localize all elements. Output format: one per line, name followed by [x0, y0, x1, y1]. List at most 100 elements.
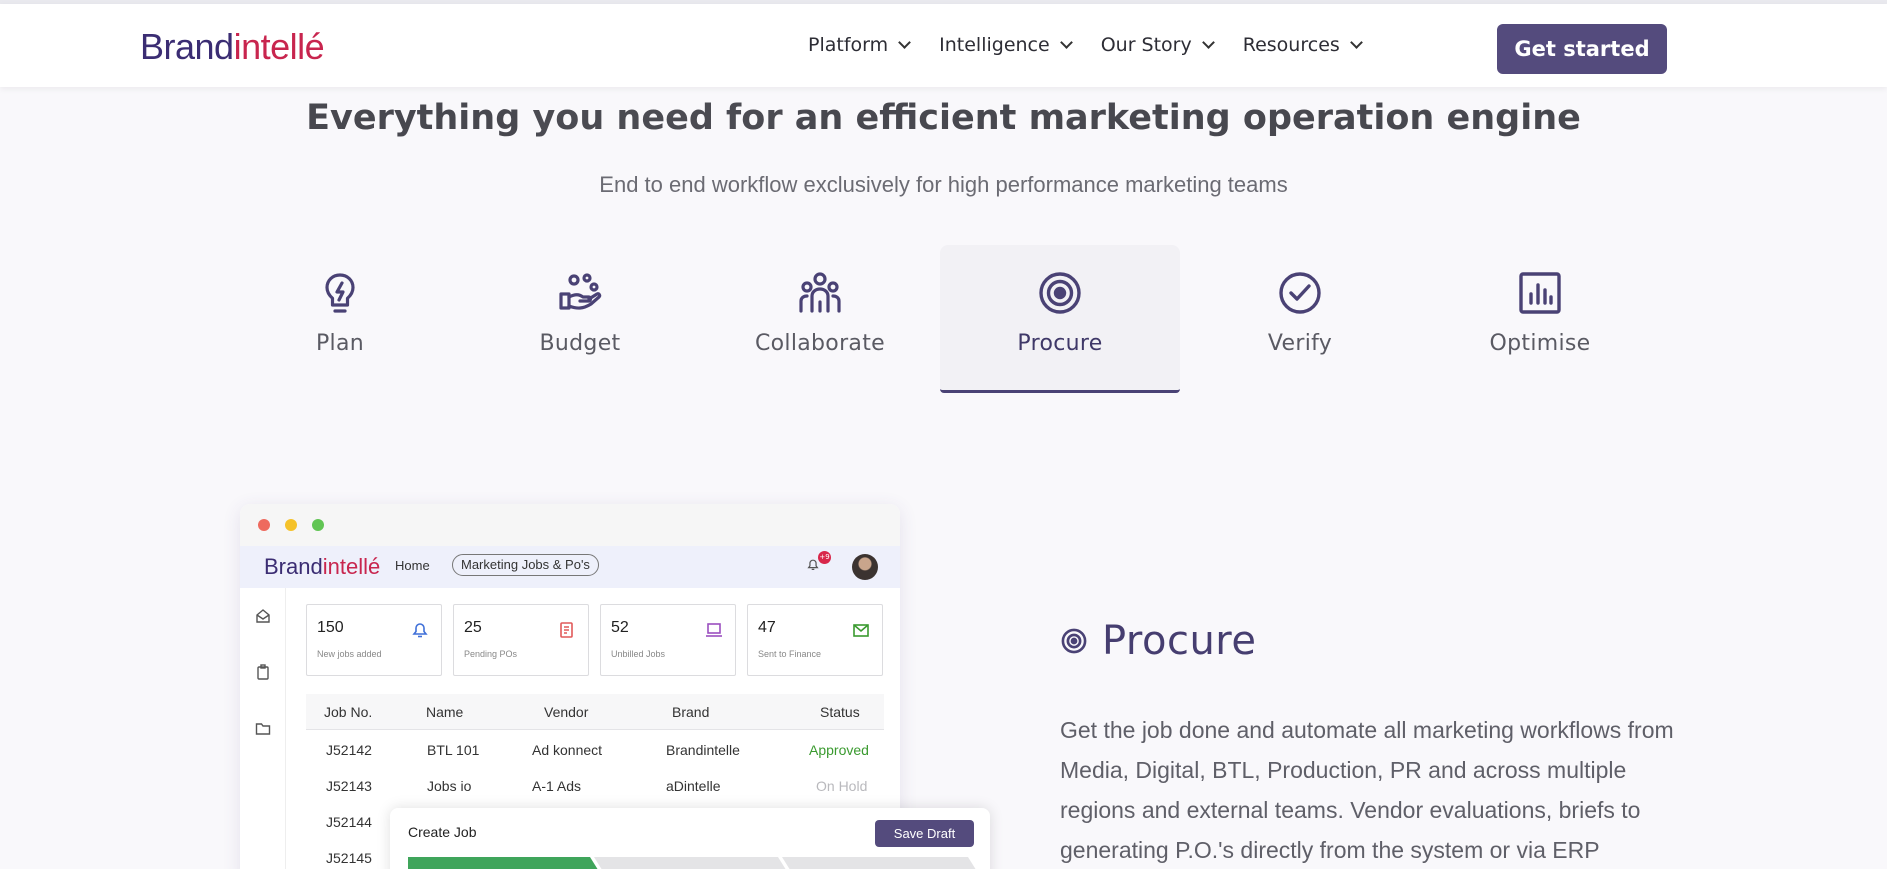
- create-job-title: Create Job: [408, 824, 477, 840]
- main-menu: Platform Intelligence Our Story Resource…: [808, 34, 1371, 56]
- stat-value: 52: [611, 619, 629, 636]
- stat-label: Unbilled Jobs: [611, 649, 666, 659]
- target-icon: [1061, 628, 1087, 654]
- tab-label: Verify: [1267, 331, 1333, 356]
- tab-verify[interactable]: Verify: [1180, 245, 1420, 393]
- cell-brand: aDintelle: [666, 778, 721, 794]
- save-draft-button[interactable]: Save Draft: [875, 820, 974, 847]
- jobs-table-header: Job No. Name Vendor Brand Status: [306, 694, 884, 730]
- cell-name: BTL 101: [427, 742, 480, 758]
- column-header[interactable]: Name: [426, 704, 463, 720]
- tab-label: Collaborate: [755, 331, 885, 356]
- menu-item-our-story[interactable]: Our Story: [1101, 34, 1223, 56]
- menu-label: Platform: [808, 34, 889, 56]
- step-3: [782, 857, 976, 869]
- menu-item-resources[interactable]: Resources: [1243, 34, 1371, 56]
- stat-card-unbilled-jobs[interactable]: 52 Unbilled Jobs: [600, 604, 736, 676]
- step-1-active: [408, 857, 598, 869]
- clipboard-icon[interactable]: [255, 664, 271, 680]
- mock-logo-part-intelle: intellé: [322, 554, 381, 579]
- menu-item-intelligence[interactable]: Intelligence: [939, 34, 1081, 56]
- column-header[interactable]: Vendor: [544, 704, 588, 720]
- chevron-down-icon: [1059, 36, 1073, 49]
- headline-bold-start: Everything: [306, 98, 521, 138]
- inbox-icon[interactable]: [255, 608, 271, 624]
- tab-plan[interactable]: Plan: [220, 245, 460, 393]
- stat-card-sent-to-finance[interactable]: 47 Sent to Finance: [747, 604, 883, 676]
- table-row[interactable]: J52143 Jobs io A-1 Ads aDintelle On Hold: [306, 770, 884, 806]
- cell-job-no: J52143: [326, 778, 372, 794]
- mock-home-link[interactable]: Home: [395, 558, 430, 573]
- stat-label: Sent to Finance: [758, 649, 822, 659]
- page-subheadline: End to end workflow exclusively for high…: [599, 172, 1288, 197]
- column-header[interactable]: Job No.: [324, 704, 372, 720]
- laptop-icon: [706, 623, 722, 637]
- cell-job-no: J52142: [326, 742, 372, 758]
- mock-logo-part-brand: Brand: [264, 554, 323, 579]
- table-row[interactable]: J52142 BTL 101 Ad konnect Brandintelle A…: [306, 734, 884, 770]
- bar-chart-icon: [1519, 272, 1561, 314]
- document-icon: [560, 622, 573, 638]
- stat-label: Pending POs: [464, 649, 518, 659]
- headline-bold-end: an efficient marketing operation engine: [794, 98, 1581, 138]
- chevron-down-icon: [898, 36, 912, 49]
- step-2: [594, 857, 786, 869]
- logo-part-brand: Brand: [140, 26, 234, 67]
- stat-card-pending-pos[interactable]: 25 Pending POs: [453, 604, 589, 676]
- stat-value: 25: [464, 619, 482, 636]
- window-maximize-dot: [312, 519, 324, 531]
- stat-card-new-jobs[interactable]: 150 New jobs added: [306, 604, 442, 676]
- section-title: Procure: [1102, 618, 1257, 664]
- stat-value: 150: [317, 619, 344, 636]
- folder-icon[interactable]: [255, 720, 271, 736]
- section-description: Get the job done and automate all market…: [1060, 717, 1674, 863]
- cell-job-no: J52145: [326, 850, 372, 866]
- headline-middle: you need for: [520, 98, 795, 138]
- tab-procure[interactable]: Procure: [940, 245, 1180, 393]
- progress-stepper: [408, 857, 976, 869]
- tab-label: Budget: [539, 331, 621, 356]
- stat-value: 47: [758, 619, 776, 636]
- tab-label: Plan: [315, 331, 364, 356]
- menu-item-platform[interactable]: Platform: [808, 34, 919, 56]
- window-titlebar: [240, 504, 900, 546]
- tab-collaborate[interactable]: Collaborate: [700, 245, 940, 393]
- status-badge: On Hold: [816, 778, 868, 794]
- tab-budget[interactable]: Budget: [460, 245, 700, 393]
- menu-label: Resources: [1242, 34, 1340, 56]
- cell-vendor: A-1 Ads: [532, 778, 582, 794]
- column-header[interactable]: Brand: [672, 704, 709, 720]
- tab-label: Optimise: [1489, 331, 1591, 356]
- notification-badge: +9: [818, 551, 831, 564]
- mock-breadcrumb-pill[interactable]: Marketing Jobs & Po's: [452, 554, 599, 576]
- lightbulb-icon: [325, 273, 355, 313]
- mail-icon: [853, 624, 869, 637]
- team-icon: [799, 272, 841, 313]
- create-job-panel: Create Job Save Draft: [390, 808, 990, 869]
- page-headline: Everything you need for an efficient mar…: [0, 98, 1887, 138]
- menu-label: Our Story: [1100, 34, 1192, 56]
- column-header[interactable]: Status: [820, 704, 860, 720]
- target-icon: [1039, 272, 1081, 314]
- get-started-button[interactable]: Get started: [1497, 24, 1667, 74]
- hand-coins-icon: [559, 273, 602, 310]
- brand-logo[interactable]: Brandintellé: [140, 26, 325, 68]
- mock-sidebar: [240, 588, 286, 869]
- logo-part-intelle: intellé: [233, 26, 325, 67]
- chevron-down-icon: [1349, 36, 1363, 49]
- avatar[interactable]: [852, 554, 878, 580]
- feature-tabs: Plan Budget Collaborate Procure Verify O…: [220, 245, 1660, 393]
- tab-optimise[interactable]: Optimise: [1420, 245, 1660, 393]
- chevron-down-icon: [1201, 36, 1215, 49]
- site-header: Brandintellé Platform Intelligence Our S…: [0, 4, 1887, 87]
- window-minimize-dot: [285, 519, 297, 531]
- check-circle-icon: [1279, 272, 1321, 314]
- cell-vendor: Ad konnect: [532, 742, 603, 758]
- cell-name: Jobs io: [427, 778, 472, 794]
- cell-job-no: J52144: [326, 814, 372, 830]
- menu-label: Intelligence: [939, 34, 1050, 56]
- status-badge: Approved: [809, 742, 869, 758]
- cell-brand: Brandintelle: [666, 742, 740, 758]
- section-heading: Procure: [1060, 618, 1256, 664]
- mock-logo: Brandintellé: [264, 554, 380, 580]
